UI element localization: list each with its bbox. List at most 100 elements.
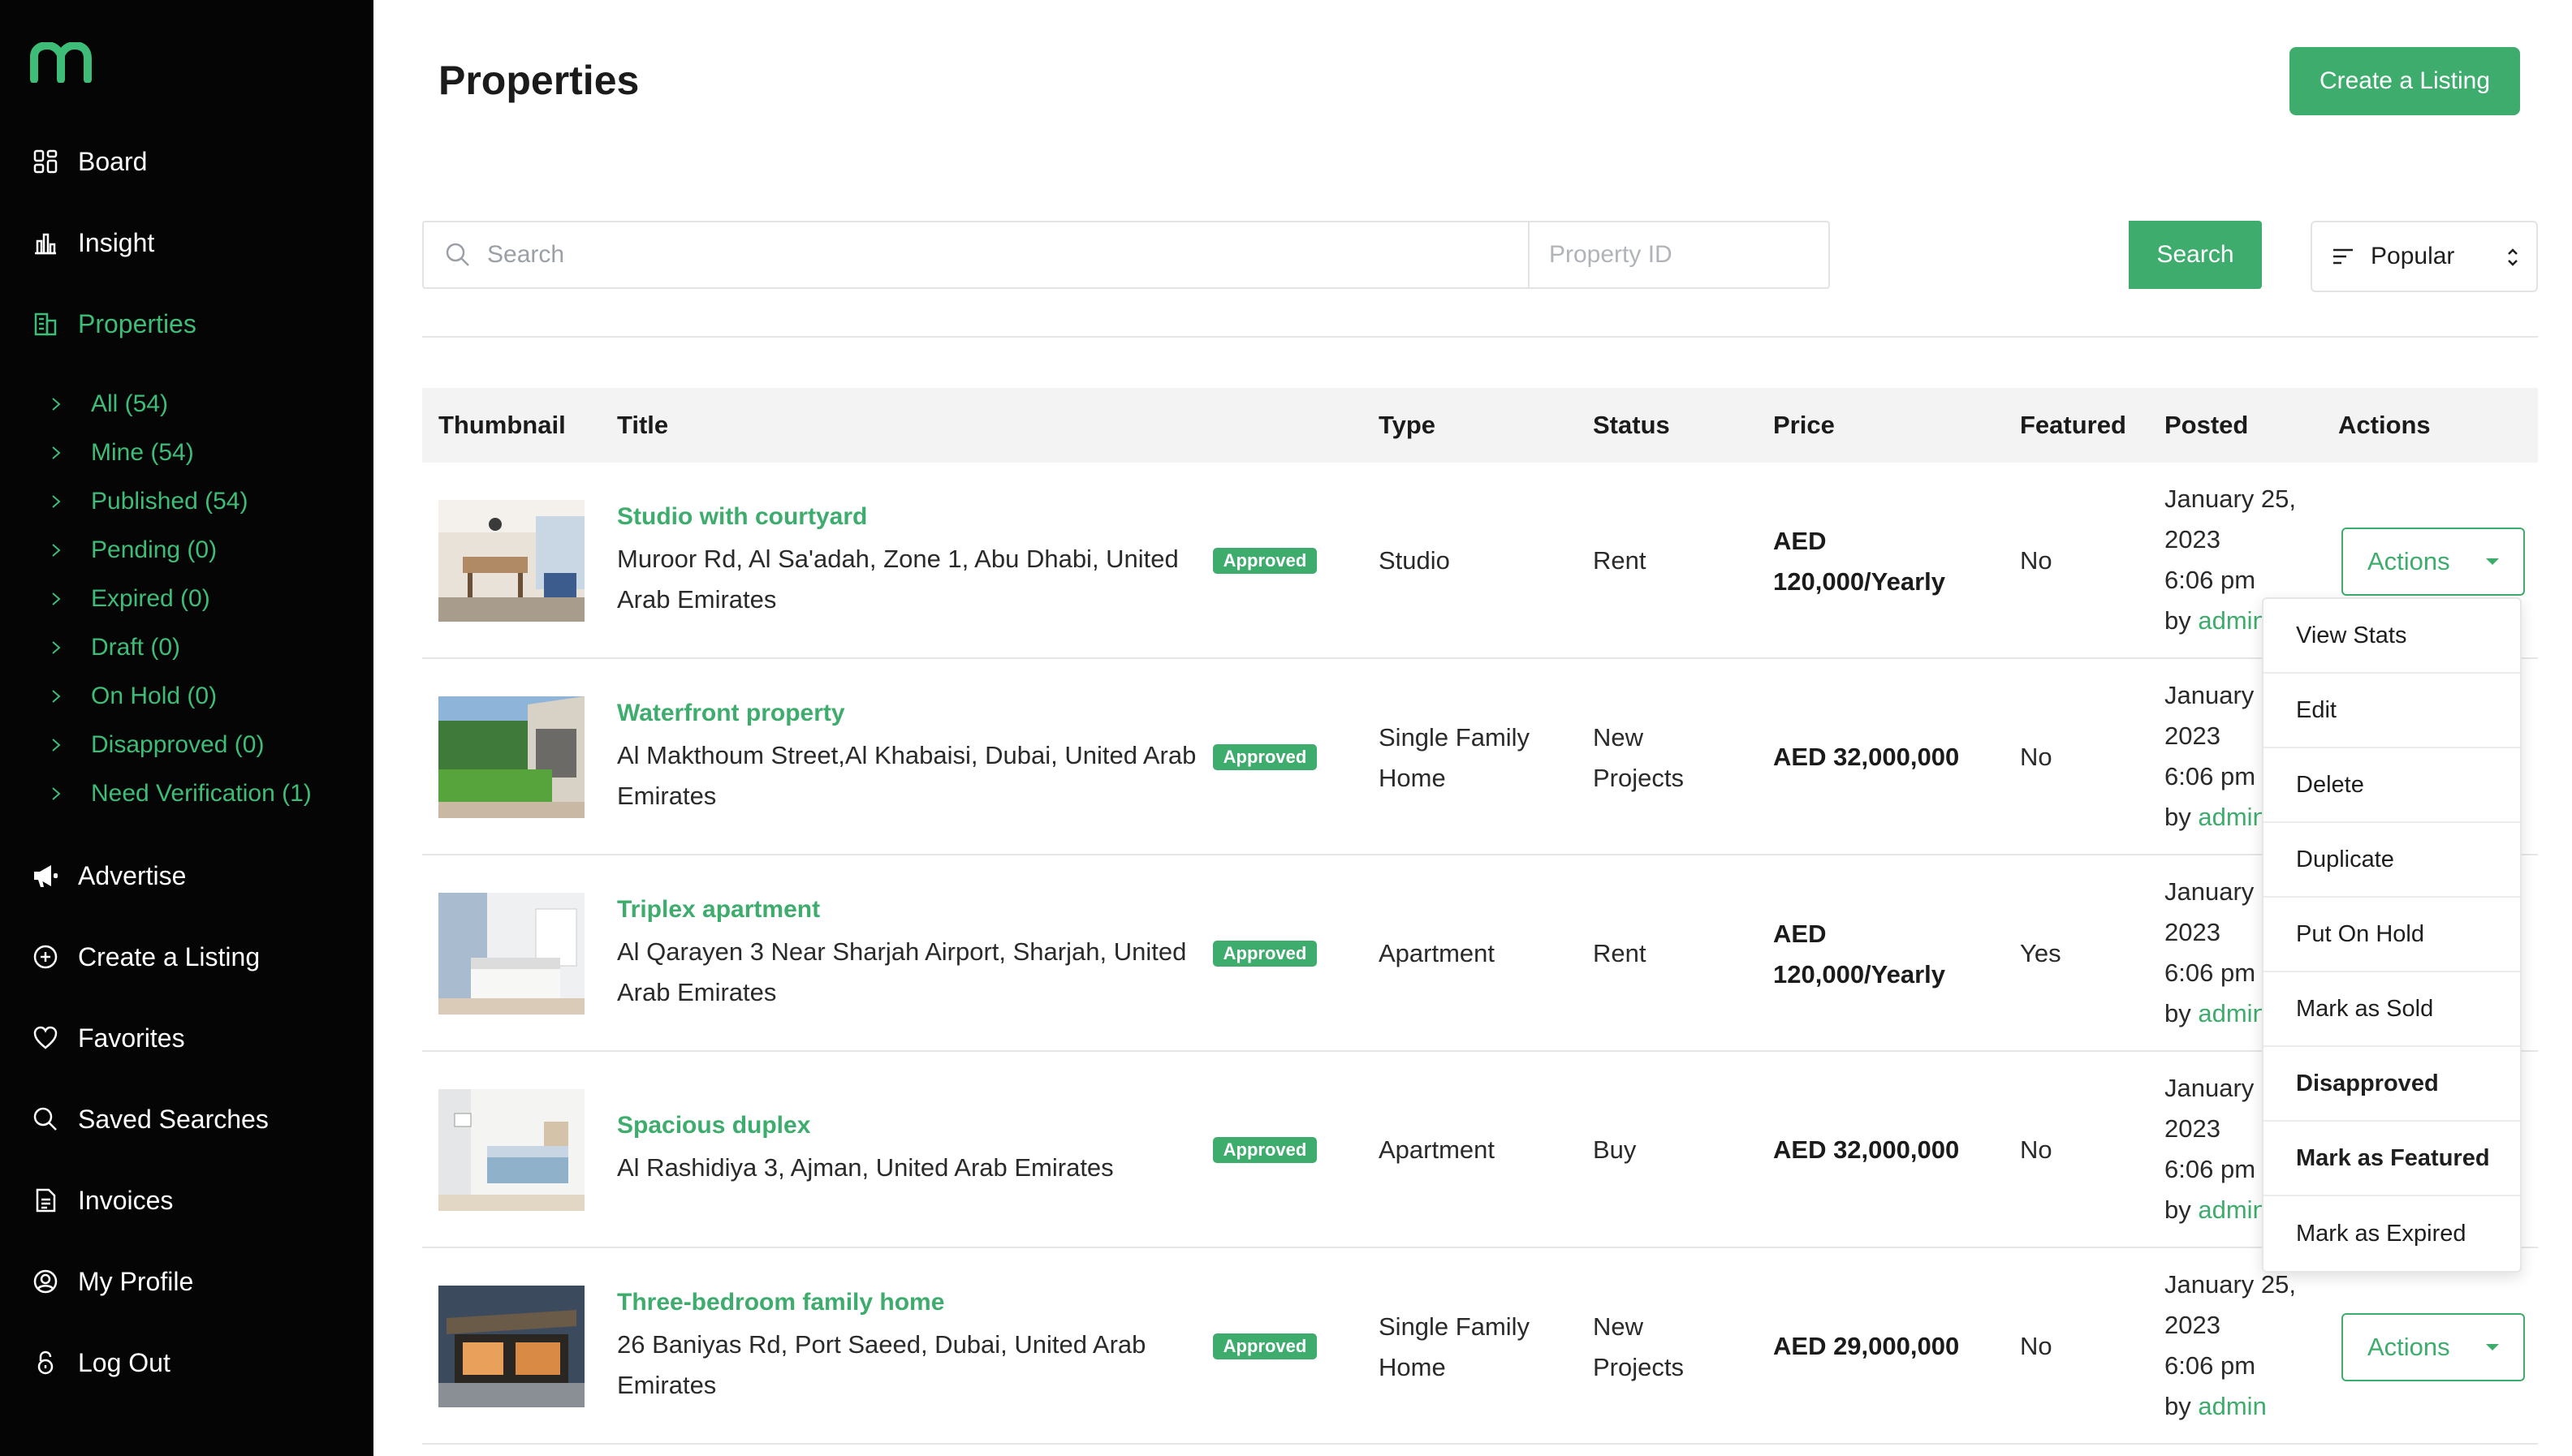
sub-draft-label: Draft (0) [91, 634, 181, 661]
author-link[interactable]: admin [2198, 1392, 2266, 1420]
sub-all-label: All (54) [91, 390, 169, 417]
nav-advertise[interactable]: Advertise [29, 855, 186, 896]
property-id-input[interactable]: Property ID [1530, 222, 1828, 287]
sub-expired-label: Expired (0) [91, 585, 210, 612]
nav-log-out[interactable]: Log Out [29, 1342, 170, 1383]
property-thumbnail[interactable] [438, 1286, 585, 1407]
page-title: Properties [438, 58, 640, 103]
search-placeholder: Search [487, 241, 565, 268]
sub-all[interactable]: All (54) [50, 386, 168, 422]
search-input[interactable]: Search [424, 222, 1530, 287]
search-button[interactable]: Search [2129, 221, 2262, 289]
posted-time: 6:06 pm [2164, 1351, 2256, 1380]
sort-select[interactable]: Popular [2311, 221, 2538, 292]
status-badge: Approved [1213, 548, 1317, 574]
nav-favorites-label: Favorites [78, 1023, 185, 1053]
sort-lines-icon [2332, 247, 2354, 266]
sub-mine[interactable]: Mine (54) [50, 435, 194, 471]
col-title: Title [617, 411, 669, 439]
nav-board[interactable]: Board [29, 141, 147, 182]
nav-create-listing[interactable]: Create a Listing [29, 937, 260, 977]
property-thumbnail[interactable] [438, 893, 585, 1014]
chevron-right-icon [50, 737, 68, 753]
invoice-icon [29, 1184, 62, 1217]
table-row: Waterfront property Al Makthoum Street,A… [422, 659, 2538, 855]
menu-duplicate[interactable]: Duplicate [2263, 823, 2520, 898]
sub-pending-label: Pending (0) [91, 536, 218, 563]
table-row: Three-bedroom family home 26 Baniyas Rd,… [422, 1248, 2538, 1445]
create-listing-button[interactable]: Create a Listing [2289, 47, 2520, 115]
nav-saved-searches[interactable]: Saved Searches [29, 1099, 269, 1139]
price-line-2: 120,000/Yearly [1773, 567, 1946, 596]
sub-pending[interactable]: Pending (0) [50, 532, 217, 568]
nav-my-profile-label: My Profile [78, 1266, 194, 1296]
menu-put-on-hold[interactable]: Put On Hold [2263, 898, 2520, 972]
search-bar: Search Property ID [422, 221, 1830, 289]
property-status: Rent [1593, 939, 1646, 967]
sub-on-hold-label: On Hold (0) [91, 683, 218, 709]
actions-label: Actions [2367, 1333, 2450, 1361]
nav-my-profile[interactable]: My Profile [29, 1261, 193, 1302]
author-link[interactable]: admin [2198, 999, 2266, 1027]
sub-disapproved[interactable]: Disapproved (0) [50, 727, 264, 763]
nav-insight-label: Insight [78, 227, 155, 257]
property-title-link[interactable]: Studio with courtyard [617, 503, 867, 531]
chevron-right-icon [50, 445, 68, 461]
actions-dropdown-button[interactable]: Actions [2341, 528, 2525, 596]
nav-invoices-label: Invoices [78, 1185, 174, 1215]
menu-view-stats[interactable]: View Stats [2263, 599, 2520, 674]
property-thumbnail[interactable] [438, 696, 585, 818]
heart-icon [29, 1022, 62, 1054]
property-thumbnail[interactable] [438, 500, 585, 622]
col-thumbnail: Thumbnail [438, 411, 566, 439]
property-type: Apartment [1379, 939, 1495, 967]
sub-published[interactable]: Published (54) [50, 484, 248, 519]
property-address: Al Rashidiya 3, Ajman, United Arab Emira… [617, 1153, 1114, 1182]
sub-expired[interactable]: Expired (0) [50, 581, 210, 617]
sub-on-hold[interactable]: On Hold (0) [50, 678, 217, 714]
nav-insight[interactable]: Insight [29, 222, 154, 263]
nav-properties[interactable]: Properties [29, 304, 196, 344]
brand-logo[interactable] [29, 41, 93, 84]
properties-building-icon [29, 308, 62, 340]
sub-need-verification[interactable]: Need Verification (1) [50, 776, 312, 812]
menu-mark-as-sold[interactable]: Mark as Sold [2263, 972, 2520, 1047]
menu-mark-as-expired[interactable]: Mark as Expired [2263, 1196, 2520, 1271]
col-actions: Actions [2338, 411, 2431, 439]
col-status: Status [1593, 411, 1670, 439]
posted-by: by [2164, 803, 2191, 831]
menu-mark-as-featured[interactable]: Mark as Featured [2263, 1122, 2520, 1196]
nav-create-listing-label: Create a Listing [78, 941, 261, 971]
author-link[interactable]: admin [2198, 606, 2266, 635]
sub-published-label: Published (54) [91, 488, 248, 515]
chevron-right-icon [50, 542, 68, 558]
actions-dropdown-button[interactable]: Actions [2341, 1313, 2525, 1381]
menu-disapproved[interactable]: Disapproved [2263, 1047, 2520, 1122]
menu-edit[interactable]: Edit [2263, 674, 2520, 748]
property-title-link[interactable]: Spacious duplex [617, 1112, 810, 1139]
featured-value: Yes [2020, 939, 2061, 967]
property-type: Single Family Home [1379, 723, 1530, 792]
property-title-link[interactable]: Triplex apartment [617, 896, 820, 924]
profile-icon [29, 1265, 62, 1298]
property-thumbnail[interactable] [438, 1089, 585, 1211]
posted-by: by [2164, 606, 2191, 635]
author-link[interactable]: admin [2198, 1195, 2266, 1224]
col-price: Price [1773, 411, 1835, 439]
property-title-link[interactable]: Waterfront property [617, 700, 845, 727]
megaphone-icon [29, 859, 62, 892]
menu-delete[interactable]: Delete [2263, 748, 2520, 823]
property-status: Rent [1593, 546, 1646, 575]
author-link[interactable]: admin [2198, 803, 2266, 831]
property-type: Apartment [1379, 1135, 1495, 1164]
sub-draft[interactable]: Draft (0) [50, 630, 180, 666]
status-badge: Approved [1213, 941, 1317, 967]
status-badge: Approved [1213, 744, 1317, 770]
col-featured: Featured [2020, 411, 2126, 439]
posted-by: by [2164, 1392, 2191, 1420]
property-title-link[interactable]: Three-bedroom family home [617, 1289, 944, 1316]
nav-favorites[interactable]: Favorites [29, 1018, 185, 1058]
actions-label: Actions [2367, 547, 2450, 575]
chevron-right-icon [50, 786, 68, 802]
nav-invoices[interactable]: Invoices [29, 1180, 173, 1221]
